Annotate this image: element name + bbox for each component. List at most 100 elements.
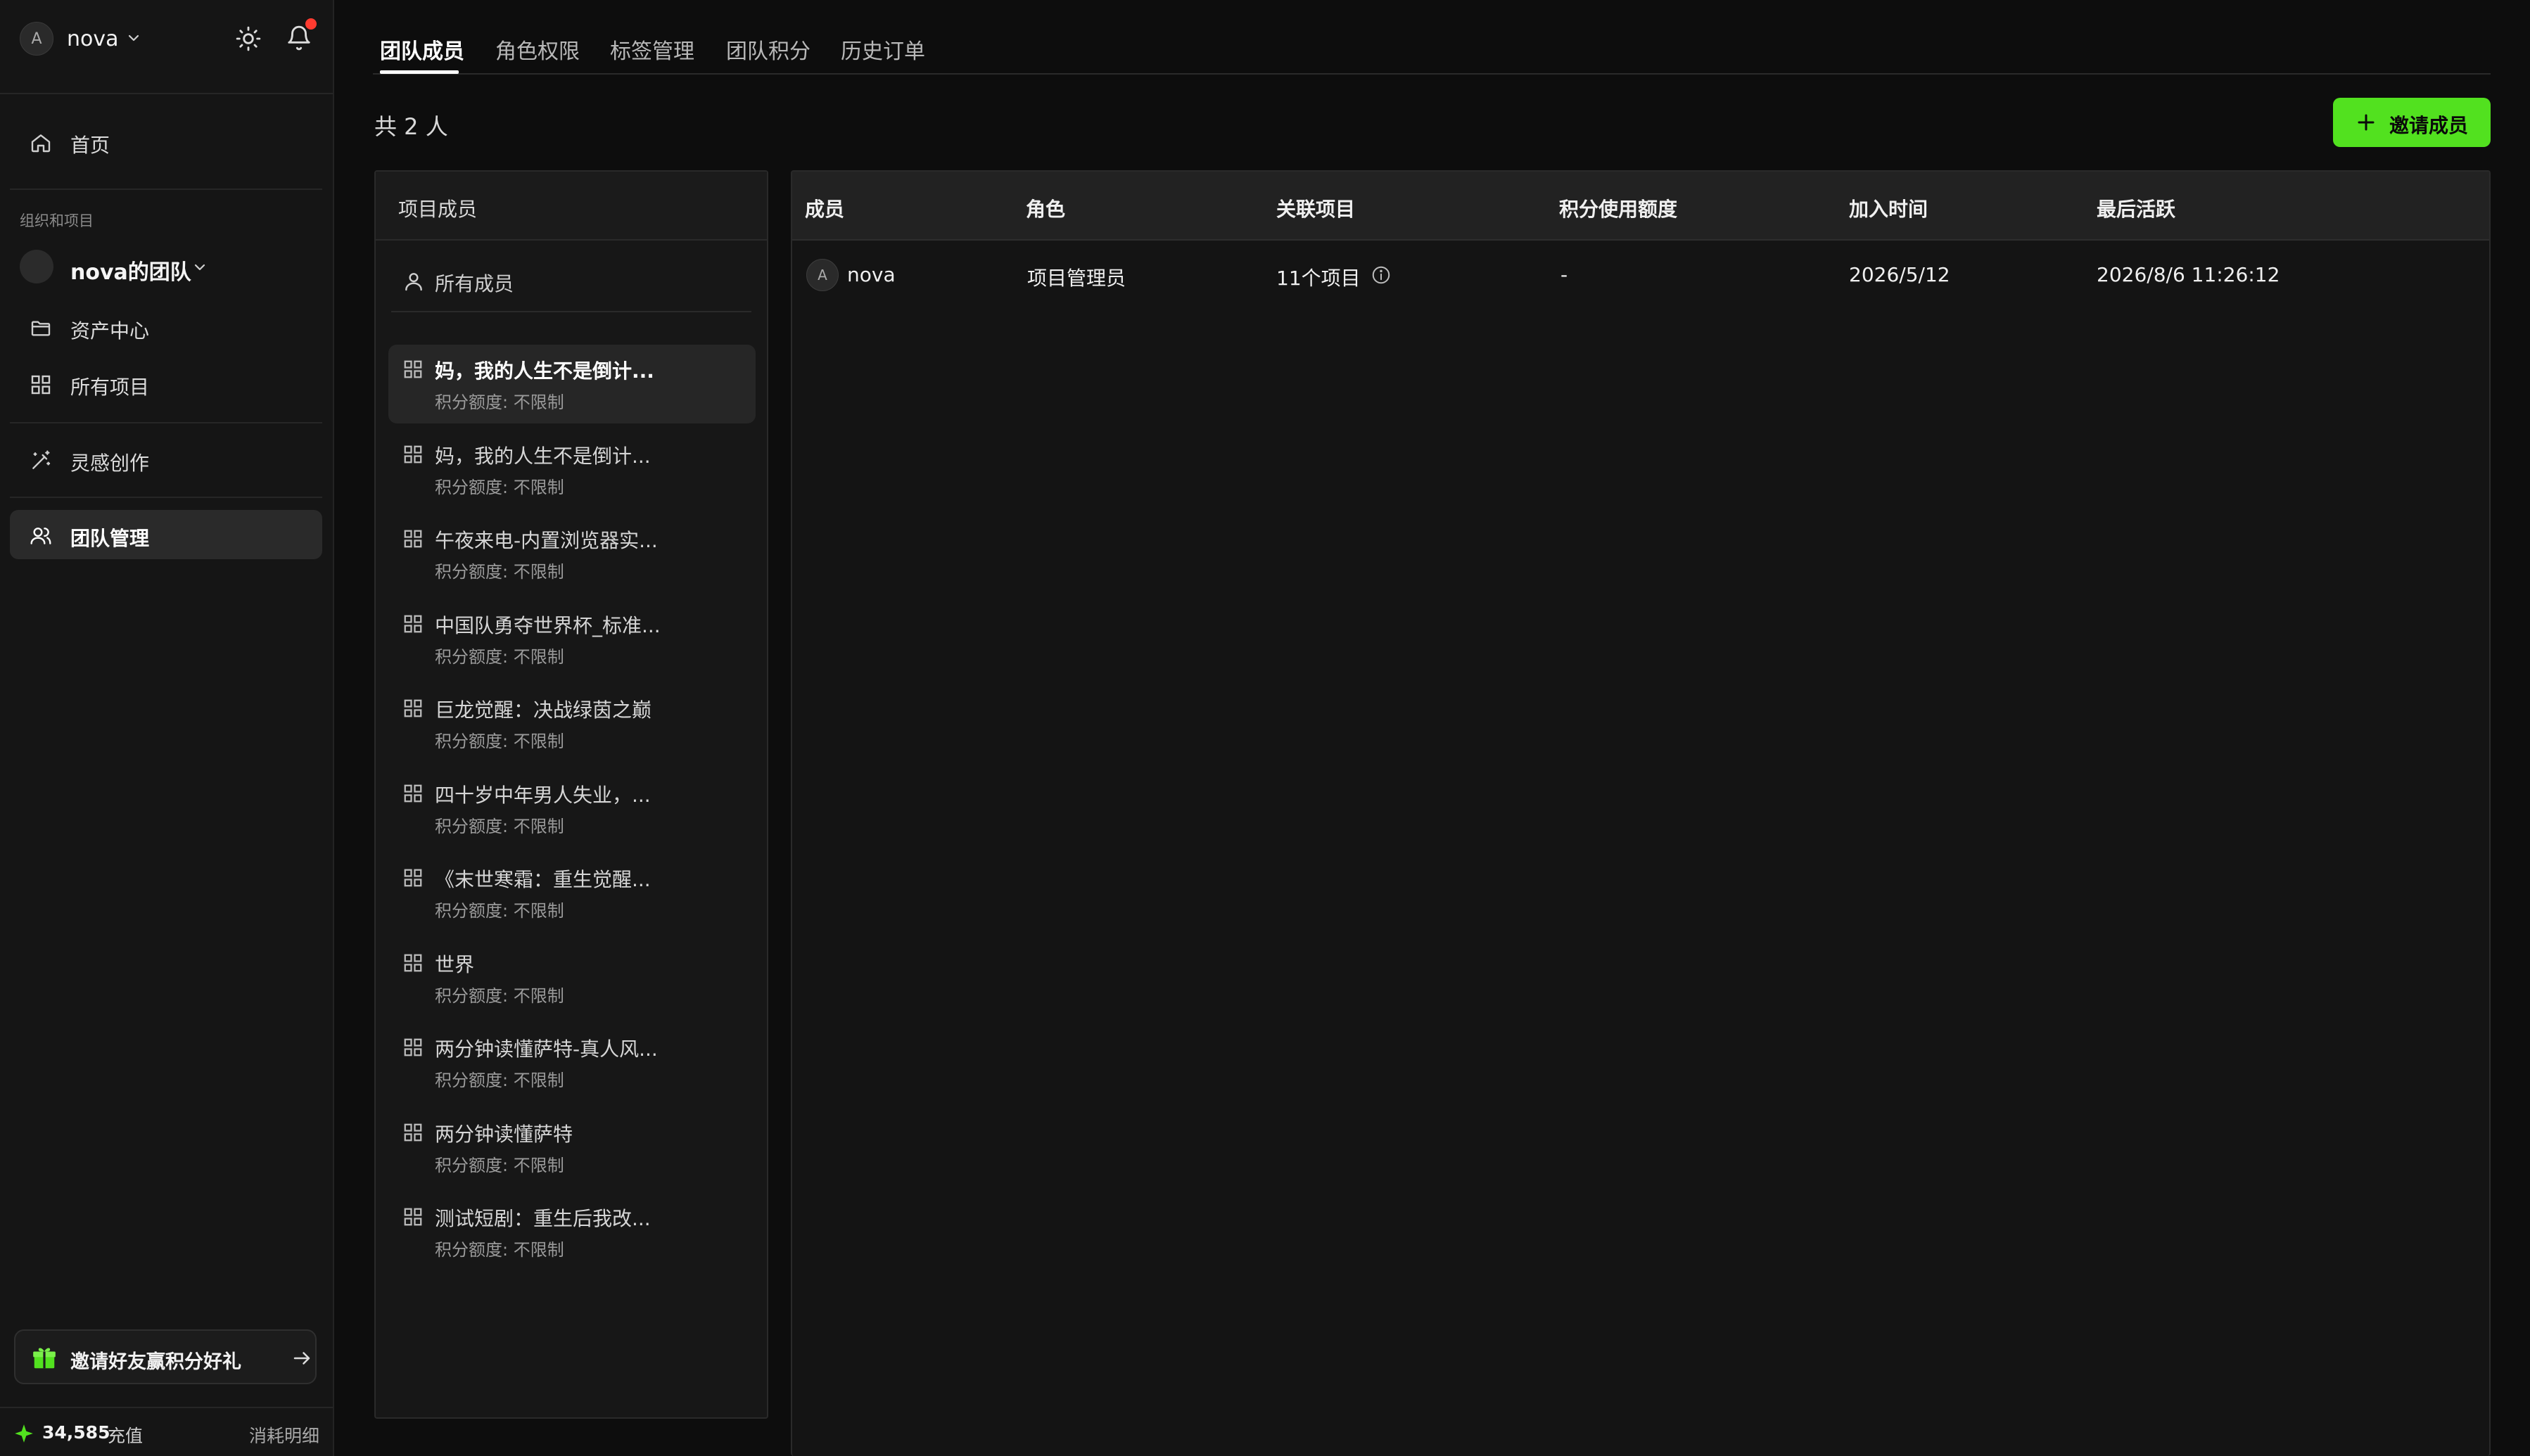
sidebar-item-home[interactable]: 首页	[10, 117, 322, 166]
team-switcher[interactable]: nova的团队	[20, 250, 315, 285]
invite-member-label: 邀请成员	[2389, 115, 2469, 136]
divider	[10, 189, 322, 190]
folder-icon	[30, 317, 52, 340]
table-row[interactable]: A nova 项目管理员 11个项目 - 2026/5/12 2026/8/6 …	[792, 242, 2489, 309]
project-panel-title: 项目成员	[398, 198, 478, 221]
sidebar-item-assets[interactable]: 资产中心	[10, 302, 322, 352]
sidebar-item-label: 所有项目	[70, 376, 150, 399]
tab-team-members[interactable]: 团队成员	[380, 34, 464, 65]
section-label: 组织和项目	[20, 212, 94, 229]
project-quota: 积分额度: 不限制	[435, 562, 564, 582]
column-header-member: 成员	[805, 198, 845, 221]
project-quota: 积分额度: 不限制	[435, 1240, 564, 1260]
members-table: 成员 角色 关联项目 积分使用额度 加入时间 最后活跃 A nova 项目管理员…	[791, 170, 2491, 1456]
home-icon	[30, 132, 52, 154]
grid-icon	[402, 867, 424, 888]
info-icon[interactable]	[1371, 264, 1392, 286]
tab-order-history[interactable]: 历史订单	[841, 34, 925, 65]
project-quota: 积分额度: 不限制	[435, 816, 564, 836]
tab-team-credits[interactable]: 团队积分	[726, 34, 811, 65]
project-name: 测试短剧：重生后我改...	[435, 1207, 651, 1230]
sidebar-item-inspiration[interactable]: 灵感创作	[10, 435, 322, 484]
sparkle-icon	[14, 1424, 34, 1443]
invite-card-text: 邀请好友赢积分好礼	[70, 1351, 241, 1373]
all-members-filter[interactable]: 所有成员	[391, 249, 751, 312]
project-name: 巨龙觉醒：决战绿茵之巅	[435, 698, 652, 722]
users-icon	[30, 525, 52, 547]
project-member-panel: 项目成员 所有成员 妈，我的人生不是倒计... 积分额度: 不限制 妈，我的人生不是…	[374, 170, 768, 1419]
chevron-down-icon	[191, 259, 208, 276]
project-item[interactable]: 两分钟读懂萨特积分额度: 不限制	[388, 1108, 756, 1187]
tab-role-permissions[interactable]: 角色权限	[495, 34, 580, 65]
member-role: 项目管理员	[1027, 267, 1126, 290]
linked-projects[interactable]: 11个项目	[1276, 263, 1361, 291]
sidebar-header: A nova	[0, 0, 333, 94]
credit-quota: -	[1560, 263, 1568, 286]
divider	[10, 422, 322, 423]
gift-icon	[31, 1345, 58, 1372]
sidebar-item-label: 灵感创作	[70, 452, 150, 475]
column-header-projects: 关联项目	[1276, 198, 1356, 221]
sidebar-item-team-manage[interactable]: 团队管理	[10, 510, 322, 559]
project-item[interactable]: 四十岁中年男人失业，... 积分额度: 不限制	[388, 769, 756, 848]
credits-bar: 34,585 充值 消耗明细	[0, 1407, 333, 1456]
project-item[interactable]: 午夜来电-内置浏览器实... 积分额度: 不限制	[388, 514, 756, 593]
project-name: 中国队勇夺世界杯_标准...	[435, 613, 661, 637]
project-item[interactable]: 巨龙觉醒：决战绿茵之巅 积分额度: 不限制	[388, 684, 756, 762]
invite-friends-card[interactable]: 邀请好友赢积分好礼	[14, 1329, 317, 1384]
user-name[interactable]: nova	[67, 27, 119, 51]
project-name: 两分钟读懂萨特	[435, 1122, 573, 1146]
grid-icon	[402, 1037, 424, 1058]
project-item[interactable]: 中国队勇夺世界杯_标准... 积分额度: 不限制	[388, 599, 756, 678]
credit-balance: 34,585	[42, 1422, 110, 1443]
project-quota: 积分额度: 不限制	[435, 477, 564, 497]
grid-icon	[402, 1206, 424, 1227]
plus-icon	[2356, 112, 2377, 133]
member-name: nova	[847, 263, 896, 286]
project-name: 四十岁中年男人失业，...	[435, 783, 651, 807]
grid-icon	[402, 1122, 424, 1143]
grid-icon	[402, 528, 424, 549]
project-name: 妈，我的人生不是倒计...	[435, 359, 654, 383]
user-avatar[interactable]: A	[20, 22, 53, 56]
recharge-link[interactable]: 充值	[108, 1422, 143, 1448]
column-header-join-time: 加入时间	[1849, 198, 1928, 221]
project-name: 世界	[435, 952, 475, 976]
project-quota: 积分额度: 不限制	[435, 1155, 564, 1175]
project-item[interactable]: 妈，我的人生不是倒计... 积分额度: 不限制	[388, 345, 756, 423]
sun-icon[interactable]	[235, 25, 262, 52]
sidebar-item-all-projects[interactable]: 所有项目	[10, 359, 322, 408]
grid-icon	[402, 952, 424, 973]
sidebar-item-label: 团队管理	[70, 527, 150, 550]
project-quota: 积分额度: 不限制	[435, 985, 564, 1006]
tab-tag-management[interactable]: 标签管理	[610, 34, 694, 65]
member-count: 共 2 人	[374, 113, 448, 140]
project-name: 两分钟读懂萨特-真人风...	[435, 1037, 658, 1061]
magic-wand-icon	[30, 449, 52, 472]
column-header-last-active: 最后活跃	[2097, 198, 2176, 221]
consumption-details-link[interactable]: 消耗明细	[249, 1422, 319, 1448]
project-item[interactable]: 两分钟读懂萨特-真人风... 积分额度: 不限制	[388, 1023, 756, 1101]
user-icon	[402, 270, 425, 293]
all-members-label: 所有成员	[435, 272, 514, 295]
project-quota: 积分额度: 不限制	[435, 901, 564, 921]
sidebar-item-label: 首页	[70, 134, 110, 157]
arrow-right-icon	[291, 1348, 312, 1369]
grid-icon	[402, 783, 424, 804]
column-header-role: 角色	[1026, 198, 1066, 221]
tab-bar: 团队成员 角色权限 标签管理 团队积分 历史订单	[373, 0, 2491, 75]
chevron-down-icon[interactable]	[125, 30, 142, 46]
sidebar: A nova 首页 组织和项目 nova的团队 资产中心 所有项目 灵感创作 团…	[0, 0, 334, 1456]
project-item[interactable]: 妈，我的人生不是倒计... 积分额度: 不限制	[388, 430, 756, 509]
project-name: 妈，我的人生不是倒计...	[435, 444, 651, 468]
invite-member-button[interactable]: 邀请成员	[2333, 98, 2491, 147]
grid-icon	[402, 444, 424, 465]
project-item[interactable]: 测试短剧：重生后我改... 积分额度: 不限制	[388, 1192, 756, 1271]
project-item[interactable]: 世界积分额度: 不限制	[388, 938, 756, 1017]
join-time: 2026/5/12	[1849, 263, 1950, 286]
grid-icon	[402, 613, 424, 634]
grid-icon	[402, 698, 424, 719]
project-item[interactable]: 《末世寒霜：重生觉醒... 积分额度: 不限制	[388, 853, 756, 932]
notification-badge	[305, 18, 317, 30]
project-name: 《末世寒霜：重生觉醒...	[435, 868, 651, 891]
